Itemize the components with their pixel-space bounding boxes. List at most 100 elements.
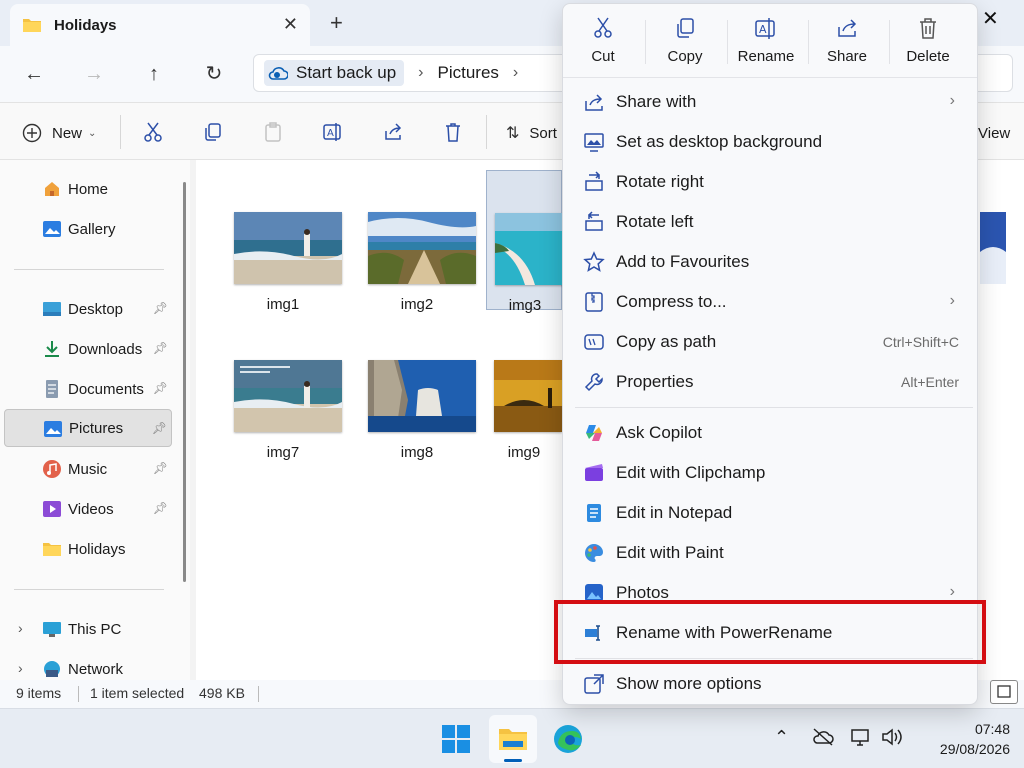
new-button[interactable]: New ⌄ xyxy=(22,123,96,143)
thumbnail-image[interactable] xyxy=(980,212,1006,284)
pin-icon[interactable]: 📌︎ xyxy=(153,341,168,355)
show-hidden-icons-icon[interactable]: ⌃ xyxy=(774,727,789,748)
desktop-icon xyxy=(43,302,61,316)
view-button[interactable]: View xyxy=(978,125,1010,142)
breadcrumb-separator[interactable]: › xyxy=(418,64,423,82)
file-item[interactable]: img2 xyxy=(360,170,478,313)
file-item-selected[interactable]: img3 xyxy=(486,170,563,314)
sidebar-item-home[interactable]: Home xyxy=(4,170,172,208)
details-view-button[interactable] xyxy=(990,680,1018,704)
navigation-pane: Home Gallery Desktop 📌︎ Downloads 📌︎ Doc… xyxy=(0,160,190,680)
sidebar-label: Videos xyxy=(68,500,114,518)
expand-chevron-icon[interactable]: › xyxy=(18,660,23,676)
file-name: img3 xyxy=(508,297,542,314)
pc-icon xyxy=(43,622,61,637)
highlight-annotation-box xyxy=(554,600,986,664)
start-icon[interactable] xyxy=(440,723,472,755)
file-item[interactable]: img7 xyxy=(226,318,344,461)
copy-icon[interactable] xyxy=(202,121,224,143)
file-item[interactable]: img9 xyxy=(486,318,562,461)
menu-item-share-with[interactable]: Share with › xyxy=(575,82,973,122)
cut-icon[interactable] xyxy=(142,121,164,143)
compress-icon xyxy=(585,292,603,312)
menu-item-set-desktop-background[interactable]: Set as desktop background xyxy=(575,122,973,162)
pin-icon[interactable]: 📌︎ xyxy=(153,461,168,475)
volume-icon[interactable] xyxy=(880,727,904,747)
svg-text:A: A xyxy=(327,128,334,139)
file-item[interactable]: img8 xyxy=(360,318,478,461)
start-backup-button[interactable]: Start back up xyxy=(264,60,405,86)
share-icon[interactable] xyxy=(382,121,404,143)
pin-icon[interactable]: 📌︎ xyxy=(152,421,167,435)
sidebar-item-holidays[interactable]: Holidays xyxy=(4,530,172,568)
file-item[interactable]: img1 xyxy=(226,170,344,313)
tab-holidays[interactable]: Holidays ✕ xyxy=(10,4,310,46)
sidebar-item-gallery[interactable]: Gallery xyxy=(4,210,172,248)
close-tab-icon[interactable]: ✕ xyxy=(283,14,298,35)
menu-item-label: Set as desktop background xyxy=(616,132,823,151)
pin-icon[interactable]: 📌︎ xyxy=(153,301,168,315)
home-icon xyxy=(45,182,59,196)
share-button[interactable]: Share xyxy=(807,16,887,65)
breadcrumb-pictures[interactable]: Pictures xyxy=(438,63,499,83)
network-status-icon[interactable] xyxy=(850,727,872,747)
menu-item-rotate-right[interactable]: Rotate right xyxy=(575,162,973,202)
thumbnail-image xyxy=(494,360,562,432)
sidebar-item-documents[interactable]: Documents 📌︎ xyxy=(4,370,172,408)
close-window-button[interactable]: ✕ xyxy=(982,6,999,31)
sidebar-label: Network xyxy=(68,660,124,678)
menu-item-compress-to[interactable]: Compress to... › xyxy=(575,282,973,322)
sidebar-item-music[interactable]: Music 📌︎ xyxy=(4,450,172,488)
delete-button[interactable]: Delete xyxy=(888,16,968,65)
copy-button[interactable]: Copy xyxy=(645,16,725,65)
up-button[interactable]: ↑ xyxy=(140,60,168,88)
menu-item-properties[interactable]: Properties Alt+Enter xyxy=(575,362,973,402)
quick-action-label: Rename xyxy=(737,48,795,65)
menu-item-label: Edit in Notepad xyxy=(616,503,733,522)
divider xyxy=(575,407,973,408)
menu-item-ask-copilot[interactable]: Ask Copilot xyxy=(575,413,973,453)
menu-item-label: Edit with Paint xyxy=(616,543,724,562)
new-tab-button[interactable]: + xyxy=(330,10,343,36)
menu-item-copy-as-path[interactable]: Copy as path Ctrl+Shift+C xyxy=(575,322,973,362)
menu-item-add-to-favourites[interactable]: Add to Favourites xyxy=(575,242,973,282)
edge-icon[interactable] xyxy=(552,723,584,755)
pin-icon[interactable]: 📌︎ xyxy=(153,381,168,395)
folder-icon xyxy=(43,543,61,556)
breadcrumb-separator[interactable]: › xyxy=(513,64,518,82)
submenu-chevron-icon: › xyxy=(949,583,955,600)
menu-item-edit-with-paint[interactable]: Edit with Paint xyxy=(575,533,973,573)
item-count: 9 items xyxy=(16,685,62,701)
clock[interactable]: 07:48 29/08/2026 xyxy=(910,719,1010,759)
menu-item-edit-in-notepad[interactable]: Edit in Notepad xyxy=(575,493,973,533)
menu-item-show-more-options[interactable]: Show more options xyxy=(575,664,973,704)
rename-button[interactable]: A Rename xyxy=(726,16,806,65)
sidebar-scrollbar[interactable] xyxy=(183,182,186,582)
cut-button[interactable]: Cut xyxy=(563,16,643,65)
paste-icon[interactable] xyxy=(262,121,284,143)
expand-chevron-icon[interactable]: › xyxy=(18,620,23,636)
menu-item-rotate-left[interactable]: Rotate left xyxy=(575,202,973,242)
refresh-button[interactable]: ↻ xyxy=(200,60,228,88)
share-icon xyxy=(838,19,857,37)
menu-item-edit-with-clipchamp[interactable]: Edit with Clipchamp xyxy=(575,453,973,493)
rename-icon[interactable]: A xyxy=(322,121,344,143)
active-indicator xyxy=(504,759,522,762)
sidebar-item-pictures[interactable]: Pictures 📌︎ xyxy=(4,409,172,447)
cloud-offline-icon[interactable] xyxy=(812,727,834,747)
sidebar-item-videos[interactable]: Videos 📌︎ xyxy=(4,490,172,528)
videos-icon xyxy=(43,501,61,517)
copilot-icon xyxy=(586,425,602,441)
back-button[interactable]: ← xyxy=(20,60,48,88)
forward-button[interactable]: → xyxy=(80,60,108,88)
cut-icon xyxy=(594,17,612,38)
new-label: New xyxy=(52,124,83,142)
sort-button[interactable]: ⇅ Sort xyxy=(506,123,557,143)
sidebar-item-desktop[interactable]: Desktop 📌︎ xyxy=(4,290,172,328)
pin-icon[interactable]: 📌︎ xyxy=(153,501,168,515)
file-explorer-icon[interactable] xyxy=(497,723,529,755)
sidebar-item-downloads[interactable]: Downloads 📌︎ xyxy=(4,330,172,368)
delete-icon[interactable] xyxy=(442,121,464,143)
divider xyxy=(486,115,487,149)
sidebar-item-this-pc[interactable]: › This PC xyxy=(4,610,172,648)
